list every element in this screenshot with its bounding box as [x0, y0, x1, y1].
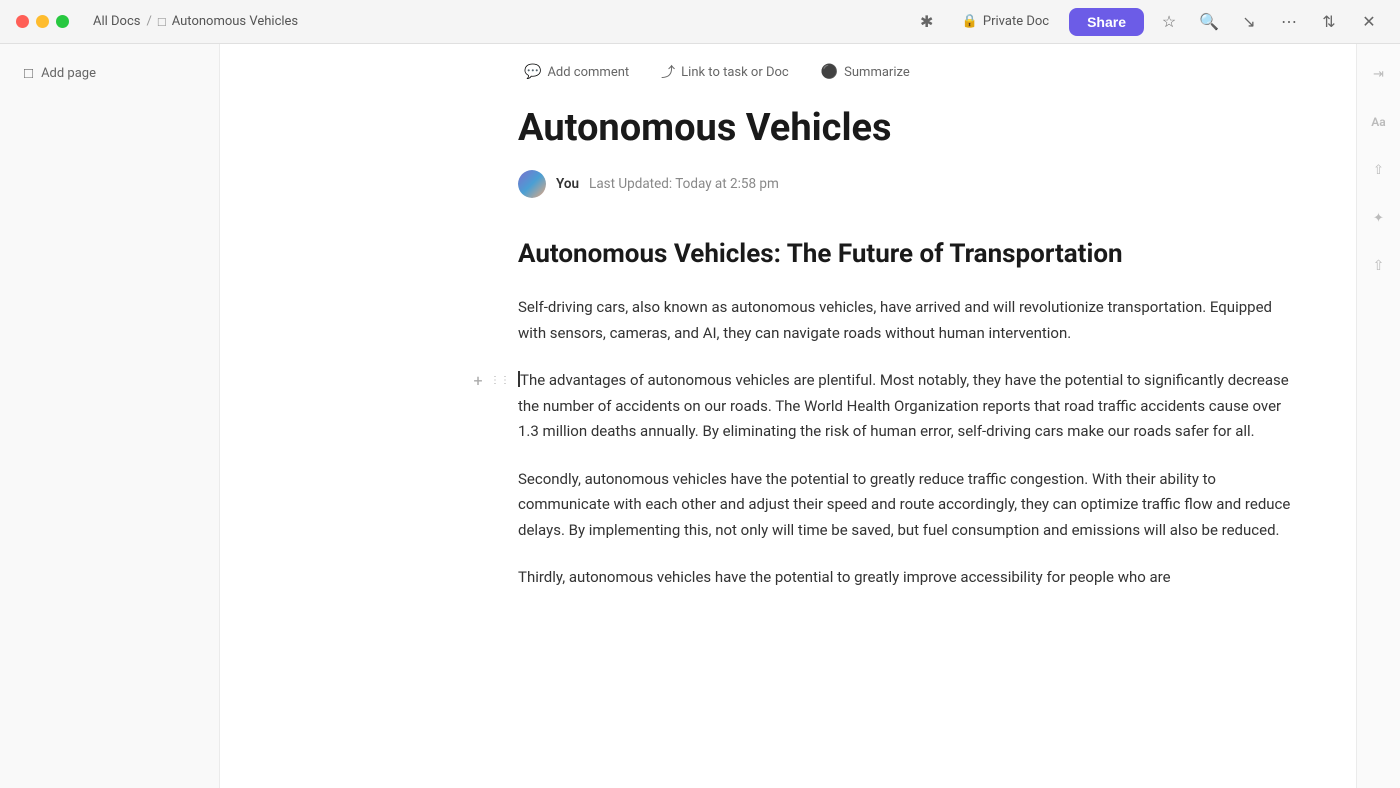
doc-settings-button[interactable]: ✦ — [1365, 204, 1393, 232]
link-icon: ⤴ — [661, 62, 675, 82]
share-doc-button[interactable]: ⇧ — [1365, 156, 1393, 184]
doc-heading-1: Autonomous Vehicles: The Future of Trans… — [518, 238, 1296, 272]
summarize-button[interactable]: ⚫ Summarize — [815, 60, 916, 84]
paragraph-2[interactable]: The advantages of autonomous vehicles ar… — [518, 368, 1296, 445]
breadcrumb-all-docs[interactable]: All Docs — [93, 14, 141, 29]
tag-icon-button[interactable]: ✱ — [912, 7, 942, 37]
breadcrumb-separator: / — [147, 14, 152, 29]
collapse-sidebar-button[interactable]: ⇥ — [1365, 60, 1393, 88]
paragraph-3-wrapper: Secondly, autonomous vehicles have the p… — [518, 467, 1296, 544]
paragraph-1-wrapper: Self-driving cars, also known as autonom… — [518, 295, 1296, 346]
summarize-label: Summarize — [844, 65, 910, 80]
maximize-button[interactable] — [56, 15, 69, 28]
block-controls: + ⋮⋮ — [468, 370, 508, 390]
paragraph-2-text: The advantages of autonomous vehicles ar… — [518, 371, 1289, 440]
doc-meta: You Last Updated: Today at 2:58 pm — [518, 170, 1296, 198]
add-comment-button[interactable]: 💬 Add comment — [518, 60, 635, 84]
export-icon-button[interactable]: ↘ — [1234, 7, 1264, 37]
doc-toolbar: 💬 Add comment ⤴ Link to task or Doc ⚫ Su… — [220, 44, 1356, 96]
author-name: You — [556, 176, 579, 192]
block-drag-handle[interactable]: ⋮⋮ — [492, 370, 508, 390]
expand-icon-button[interactable]: ⇅ — [1314, 7, 1344, 37]
close-icon-button[interactable]: ✕ — [1354, 7, 1384, 37]
add-page-icon: □ — [24, 64, 33, 82]
last-updated: Last Updated: Today at 2:58 pm — [589, 176, 779, 192]
link-to-task-button[interactable]: ⤴ Link to task or Doc — [655, 58, 795, 86]
titlebar-actions: ✱ 🔒 Private Doc Share ☆ 🔍 ↘ ⋯ ⇅ ✕ — [912, 7, 1384, 37]
lock-icon: 🔒 — [962, 14, 978, 29]
paragraph-4: Thirdly, autonomous vehicles have the po… — [518, 565, 1296, 591]
private-doc-label: Private Doc — [983, 14, 1049, 29]
link-to-task-label: Link to task or Doc — [681, 65, 789, 80]
share-button[interactable]: Share — [1069, 8, 1144, 36]
search-icon-button[interactable]: 🔍 — [1194, 7, 1224, 37]
left-sidebar: □ Add page — [0, 44, 220, 788]
paragraph-4-wrapper: Thirdly, autonomous vehicles have the po… — [518, 565, 1296, 591]
block-add-button[interactable]: + — [468, 370, 488, 390]
paragraph-1: Self-driving cars, also known as autonom… — [518, 295, 1296, 346]
paragraph-3: Secondly, autonomous vehicles have the p… — [518, 467, 1296, 544]
minimize-button[interactable] — [36, 15, 49, 28]
right-sidebar: ⇥ Aa ⇧ ✦ ⇧ — [1356, 44, 1400, 788]
add-comment-label: Add comment — [547, 65, 629, 80]
app-body: □ Add page 💬 Add comment ⤴ Link to task … — [0, 44, 1400, 788]
paragraph-2-wrapper: + ⋮⋮ The advantages of autonomous vehicl… — [518, 368, 1296, 445]
document-title: Autonomous Vehicles — [518, 106, 1296, 152]
more-options-button[interactable]: ⋯ — [1274, 7, 1304, 37]
breadcrumb: All Docs / □ Autonomous Vehicles — [93, 14, 298, 30]
avatar — [518, 170, 546, 198]
avatar-image — [518, 170, 546, 198]
private-doc-badge[interactable]: 🔒 Private Doc — [952, 10, 1059, 33]
add-page-label: Add page — [41, 66, 96, 81]
upload-button[interactable]: ⇧ — [1365, 252, 1393, 280]
main-content: 💬 Add comment ⤴ Link to task or Doc ⚫ Su… — [220, 44, 1356, 788]
breadcrumb-doc-title: Autonomous Vehicles — [172, 14, 298, 29]
traffic-lights — [16, 15, 69, 28]
close-button[interactable] — [16, 15, 29, 28]
font-settings-button[interactable]: Aa — [1365, 108, 1393, 136]
doc-body: Autonomous Vehicles You Last Updated: To… — [220, 96, 1356, 653]
doc-icon: □ — [158, 14, 166, 30]
ai-icon: ⚫ — [821, 64, 838, 80]
comment-icon: 💬 — [524, 64, 541, 80]
add-page-button[interactable]: □ Add page — [8, 56, 211, 90]
star-icon-button[interactable]: ☆ — [1154, 7, 1184, 37]
titlebar: All Docs / □ Autonomous Vehicles ✱ 🔒 Pri… — [0, 0, 1400, 44]
